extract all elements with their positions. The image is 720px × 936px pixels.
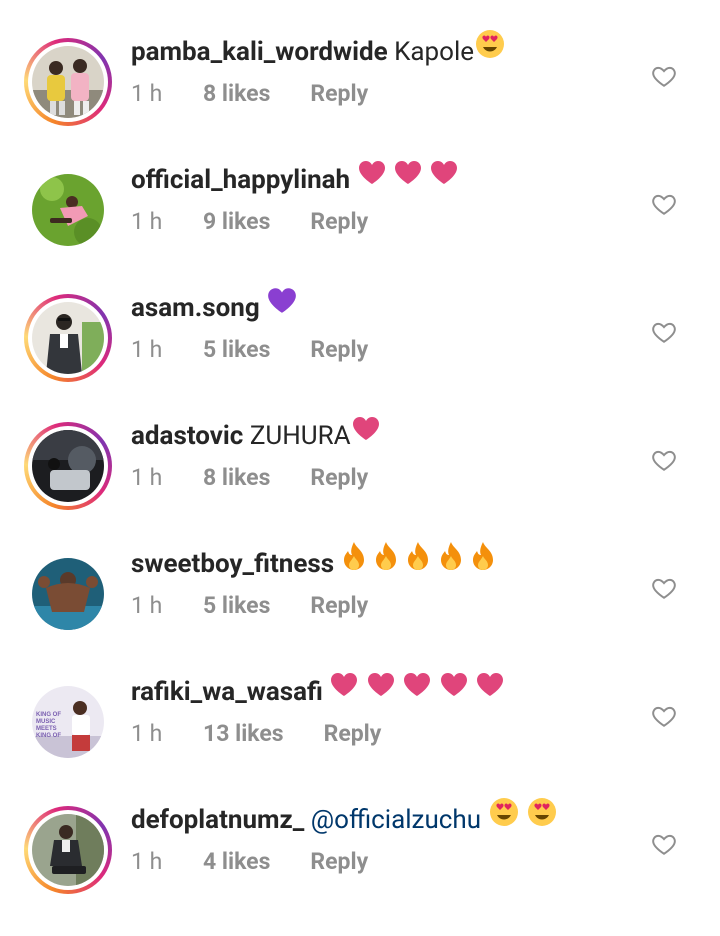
comment-line: pamba_kali_wordwide Kapole	[131, 30, 506, 72]
comment-time: 1 h	[131, 720, 163, 747]
avatar-text: KING OF	[36, 712, 61, 718]
comment-row: official_happylinah 1 h 9 likes Reply	[0, 154, 720, 282]
comment-row: sweetboy_fitness 1 h 5 likes Reply	[0, 538, 720, 666]
avatar[interactable]	[24, 294, 112, 382]
fire-emoji	[341, 540, 367, 584]
comment-row: pamba_kali_wordwide Kapole 1 h 8 likes Rep…	[0, 26, 720, 154]
avatar[interactable]	[24, 166, 112, 254]
reply-button[interactable]: Reply	[310, 206, 368, 238]
reply-button[interactable]: Reply	[324, 718, 382, 750]
comment-text: Kapole	[394, 37, 475, 67]
svg-text:MEETS: MEETS	[36, 726, 57, 732]
comment-line: official_happylinah	[131, 160, 459, 200]
avatar[interactable]	[24, 806, 112, 894]
pink-heart-emoji	[402, 670, 432, 710]
comment-row: asam.song 1 h 5 likes Reply	[0, 282, 720, 410]
reply-button[interactable]: Reply	[310, 334, 368, 366]
reply-button[interactable]: Reply	[310, 590, 368, 622]
comment-time: 1 h	[131, 80, 163, 107]
likes-count-link[interactable]: 4 likes	[203, 846, 270, 878]
avatar[interactable]	[24, 422, 112, 510]
comment-meta: 1 h 9 likes Reply	[131, 206, 368, 238]
purple-heart-emoji	[266, 285, 298, 327]
heart-eyes-emoji	[526, 796, 558, 840]
pink-heart-emoji	[351, 414, 381, 454]
username-link[interactable]: official_happylinah	[131, 165, 350, 195]
likes-count-link[interactable]: 13 likes	[203, 718, 284, 750]
comment-time: 1 h	[131, 336, 163, 363]
comment-list: pamba_kali_wordwide Kapole 1 h 8 likes Rep…	[0, 0, 720, 936]
comment-line: asam.song	[131, 288, 298, 328]
comment-meta: 1 h 4 likes Reply	[131, 846, 368, 878]
pink-heart-emoji	[439, 670, 469, 710]
avatar[interactable]: KING OF MUSIC MEETS KING OF	[24, 678, 112, 766]
comment-line: adastovic ZUHURA	[131, 416, 381, 456]
username-link[interactable]: asam.song	[131, 293, 260, 323]
comment-meta: 1 h 13 likes Reply	[131, 718, 381, 750]
comment-row: adastovic ZUHURA 1 h 8 likes Reply	[0, 410, 720, 538]
svg-text:MUSIC: MUSIC	[36, 719, 56, 725]
pink-heart-emoji	[429, 158, 459, 198]
fire-emoji	[438, 540, 464, 584]
likes-count-link[interactable]: 5 likes	[203, 334, 270, 366]
comment-time: 1 h	[131, 208, 163, 235]
pink-heart-emoji	[393, 158, 423, 198]
heart-outline-icon[interactable]	[651, 191, 677, 217]
heart-outline-icon[interactable]	[651, 703, 677, 729]
username-link[interactable]: sweetboy_fitness	[131, 549, 334, 579]
fire-emoji	[373, 540, 399, 584]
pink-heart-emoji	[329, 670, 359, 710]
heart-outline-icon[interactable]	[651, 575, 677, 601]
comment-time: 1 h	[131, 848, 163, 875]
comment-line: defoplatnumz_ @officialzuchu	[131, 798, 558, 840]
heart-outline-icon[interactable]	[651, 319, 677, 345]
mention-link[interactable]: @officialzuchu	[311, 805, 481, 835]
pink-heart-emoji	[366, 670, 396, 710]
reply-button[interactable]: Reply	[310, 846, 368, 878]
heart-eyes-emoji	[488, 796, 520, 840]
comment-row: KING OF MUSIC MEETS KING OF rafiki_wa_wasaf…	[0, 666, 720, 794]
likes-count-link[interactable]: 5 likes	[203, 590, 270, 622]
avatar[interactable]	[24, 550, 112, 638]
comment-meta: 1 h 5 likes Reply	[131, 334, 368, 366]
heart-outline-icon[interactable]	[651, 831, 677, 857]
heart-eyes-emoji	[474, 28, 506, 72]
likes-count-link[interactable]: 8 likes	[203, 78, 270, 110]
comment-line: rafiki_wa_wasafi	[131, 672, 505, 712]
svg-text:KING OF: KING OF	[36, 733, 61, 739]
likes-count-link[interactable]: 8 likes	[203, 462, 270, 494]
comment-meta: 1 h 8 likes Reply	[131, 78, 368, 110]
comment-row: defoplatnumz_ @officialzuchu 1 h 4 likes R…	[0, 794, 720, 922]
avatar[interactable]	[24, 38, 112, 126]
reply-button[interactable]: Reply	[310, 462, 368, 494]
comment-time: 1 h	[131, 464, 163, 491]
username-link[interactable]: rafiki_wa_wasafi	[131, 677, 323, 707]
fire-emoji	[405, 540, 431, 584]
comment-meta: 1 h 5 likes Reply	[131, 590, 368, 622]
heart-outline-icon[interactable]	[651, 447, 677, 473]
comment-meta: 1 h 8 likes Reply	[131, 462, 368, 494]
username-link[interactable]: defoplatnumz_	[131, 805, 304, 835]
heart-outline-icon[interactable]	[651, 63, 677, 89]
comment-text: ZUHURA	[249, 421, 351, 451]
fire-emoji	[470, 540, 496, 584]
comment-time: 1 h	[131, 592, 163, 619]
username-link[interactable]: adastovic	[131, 421, 243, 451]
comment-line: sweetboy_fitness	[131, 542, 496, 584]
pink-heart-emoji	[475, 670, 505, 710]
reply-button[interactable]: Reply	[310, 78, 368, 110]
likes-count-link[interactable]: 9 likes	[203, 206, 270, 238]
username-link[interactable]: pamba_kali_wordwide	[131, 37, 388, 67]
pink-heart-emoji	[357, 158, 387, 198]
